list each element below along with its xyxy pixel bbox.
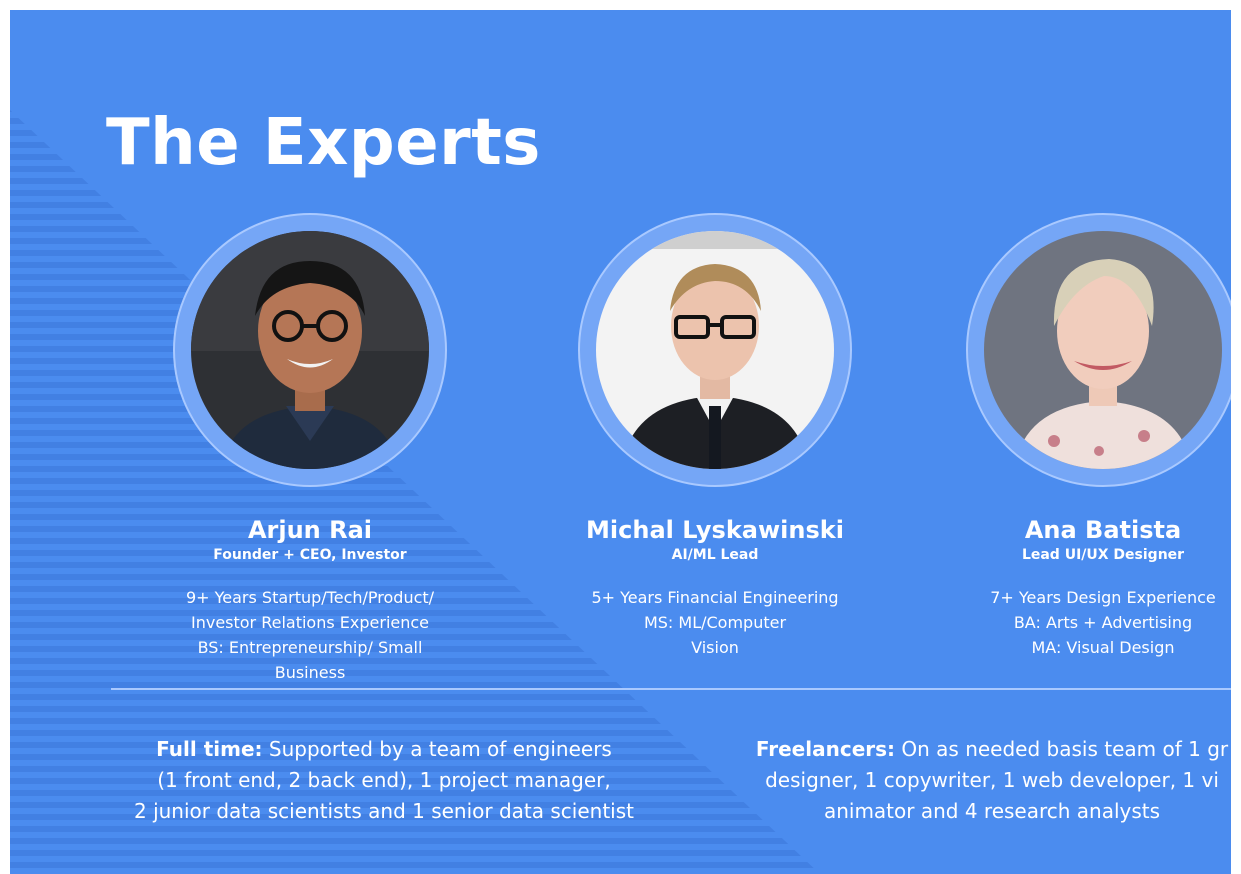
expert-name: Michal Lyskawinski: [586, 516, 844, 544]
expert-role: Founder + CEO, Investor: [213, 547, 407, 563]
bio-line: 9+ Years Startup/Tech/Product/: [185, 588, 435, 607]
fulltime-team-note: Full time: Supported by a team of engine…: [114, 734, 654, 827]
bio-line: 7+ Years Design Experience: [990, 588, 1216, 607]
expert-bio: 7+ Years Design Experience BA: Arts + Ad…: [938, 585, 1231, 660]
slide: The Experts Arjun Rai Founder + CEO, Inv…: [10, 10, 1231, 874]
portrait-ring: [173, 213, 447, 487]
bio-line: 5+ Years Financial Engineering: [591, 588, 839, 607]
slide-title: The Experts: [106, 106, 541, 180]
expert-card-ana-batista: Ana Batista Lead UI/UX Designer 7+ Years…: [938, 213, 1231, 660]
bio-line: MA: Visual Design: [1031, 638, 1175, 657]
bio-line: Investor Relations Experience: [190, 613, 430, 632]
portrait-photo: [984, 231, 1222, 469]
freelancers-team-note: Freelancers: On as needed basis team of …: [732, 734, 1231, 827]
fulltime-label: Full time:: [156, 737, 263, 761]
expert-name: Ana Batista: [1024, 516, 1182, 544]
freelancers-text: On as needed basis team of 1 gr: [895, 737, 1229, 761]
portrait-ring: [578, 213, 852, 487]
expert-card-michal-lyskawinski: Michal Lyskawinski AI/ML Lead 5+ Years F…: [550, 213, 880, 660]
bio-line: Vision: [691, 638, 739, 657]
freelancers-line: designer, 1 copywriter, 1 web developer,…: [765, 768, 1219, 792]
freelancers-line: animator and 4 research analysts: [823, 799, 1161, 823]
portrait-photo: [191, 231, 429, 469]
portrait-photo: [596, 231, 834, 469]
portrait-ring: [966, 213, 1231, 487]
expert-bio: 9+ Years Startup/Tech/Product/ Investor …: [145, 585, 475, 685]
fulltime-line: 2 junior data scientists and 1 senior da…: [133, 799, 635, 823]
fulltime-text: Supported by a team of engineers: [262, 737, 612, 761]
bio-line: BS: Entrepreneurship/ Small: [197, 638, 423, 657]
fulltime-line: (1 front end, 2 back end), 1 project man…: [157, 768, 611, 792]
expert-role: AI/ML Lead: [671, 547, 759, 563]
expert-role: Lead UI/UX Designer: [1021, 547, 1185, 563]
freelancers-label: Freelancers:: [755, 737, 896, 761]
expert-bio: 5+ Years Financial Engineering MS: ML/Co…: [550, 585, 880, 660]
bio-line: MS: ML/Computer: [643, 613, 787, 632]
freelancers-line: Freelancers: On as needed basis team of …: [732, 734, 1231, 765]
expert-card-arjun-rai: Arjun Rai Founder + CEO, Investor 9+ Yea…: [145, 213, 475, 685]
bio-line: Business: [274, 663, 346, 682]
fulltime-line: Full time: Supported by a team of engine…: [114, 734, 654, 765]
bio-line: BA: Arts + Advertising: [1013, 613, 1193, 632]
expert-name: Arjun Rai: [247, 516, 373, 544]
section-divider: [111, 688, 1231, 690]
